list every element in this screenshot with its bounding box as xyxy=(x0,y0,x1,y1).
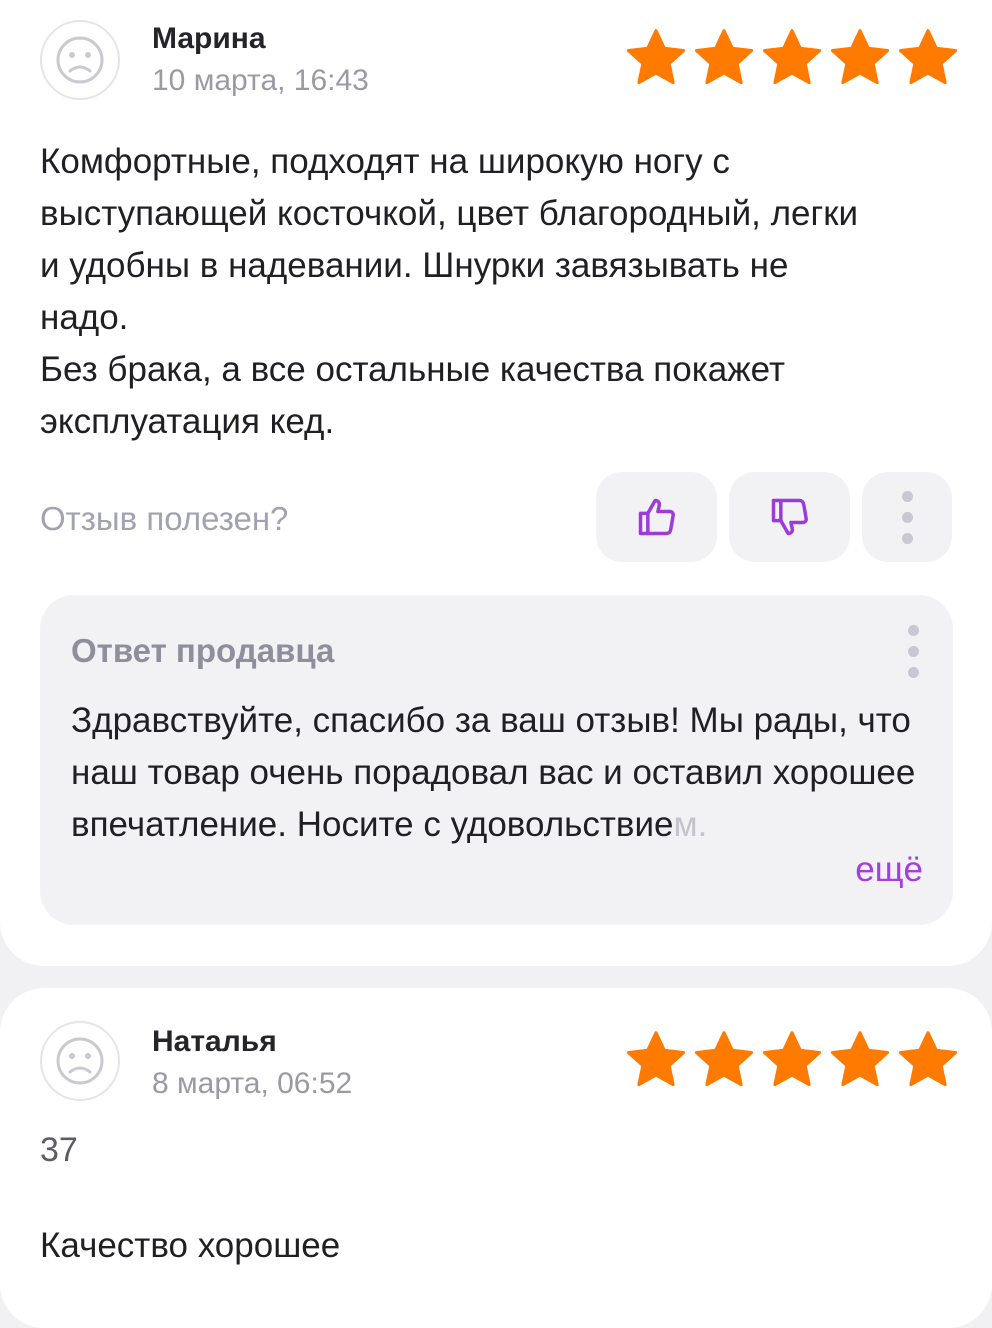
dislike-button[interactable] xyxy=(729,472,850,562)
sad-face-icon xyxy=(56,36,104,84)
star-icon xyxy=(830,29,890,85)
star-icon xyxy=(898,29,958,85)
thumbs-up-icon xyxy=(638,498,675,536)
avatar xyxy=(40,20,120,100)
review-author: Марина xyxy=(152,22,266,55)
star-rating xyxy=(624,26,960,90)
review-date: 8 марта, 06:52 xyxy=(152,1067,353,1100)
star-rating xyxy=(624,1028,960,1092)
seller-reply: Ответ продавца Здравствуйте, спасибо за … xyxy=(40,595,953,925)
star-icon xyxy=(694,29,754,85)
review-text: Комфортные, подходят на широкую ногу с в… xyxy=(40,142,859,441)
review-date: 10 марта, 16:43 xyxy=(152,64,369,97)
thumbs-down-icon xyxy=(771,498,808,536)
star-icon xyxy=(830,1031,890,1087)
seller-reply-text: Здравствуйте, спасибо за ваш отзыв! Мы р… xyxy=(71,701,916,844)
review-text: Качество хорошее xyxy=(40,1226,341,1265)
review-author: Наталья xyxy=(152,1025,277,1058)
helpful-question: Отзыв полезен? xyxy=(40,500,289,537)
review-card: Марина 10 марта, 16:43 Комфортные, подхо… xyxy=(0,0,992,966)
more-options-button[interactable] xyxy=(862,472,952,562)
seller-reply-title: Ответ продавца xyxy=(71,632,335,669)
star-icon xyxy=(626,1031,686,1087)
review-card: Наталья 8 марта, 06:52 37 Качество хорош… xyxy=(0,988,992,1328)
vertical-dots-icon xyxy=(901,490,913,544)
like-button[interactable] xyxy=(596,472,717,562)
star-icon xyxy=(762,1031,822,1087)
star-icon xyxy=(762,29,822,85)
vertical-dots-icon xyxy=(908,625,919,678)
star-icon xyxy=(898,1031,958,1087)
star-icon xyxy=(626,29,686,85)
star-icon xyxy=(694,1031,754,1087)
avatar xyxy=(40,1021,120,1101)
review-size: 37 xyxy=(40,1131,78,1169)
sad-face-icon xyxy=(56,1037,104,1085)
show-more-link[interactable]: ещё xyxy=(855,850,923,890)
seller-reply-menu-button[interactable] xyxy=(908,625,919,678)
